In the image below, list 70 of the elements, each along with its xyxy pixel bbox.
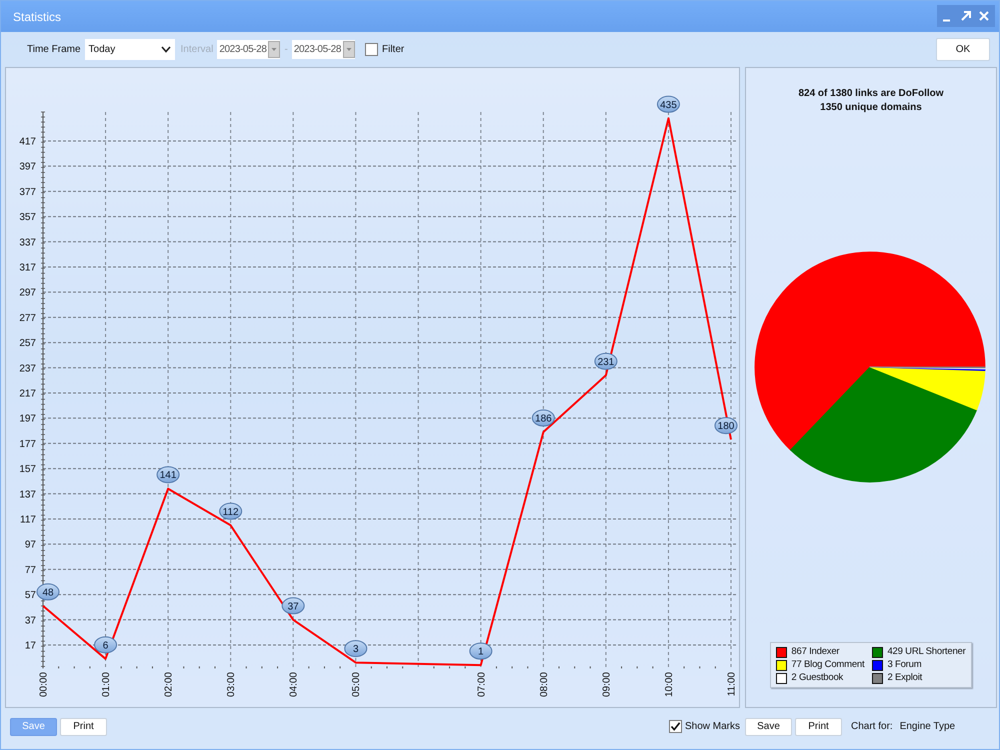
- filter-label: Filter: [382, 44, 404, 55]
- x-tick-label: 09:00: [601, 672, 612, 698]
- data-label: 6: [102, 640, 109, 652]
- data-label: 435: [660, 100, 678, 111]
- summary-text: 824 of 1380 links are DoFollow: [798, 87, 944, 101]
- y-tick-label: 377: [19, 186, 36, 198]
- y-tick-label: 77: [24, 564, 36, 576]
- data-point-label: 48: [36, 583, 60, 600]
- x-tick-label: 08:00: [538, 672, 550, 698]
- y-tick-label: 357: [19, 212, 36, 224]
- y-tick-label: 417: [19, 136, 36, 148]
- y-tick-label: 277: [19, 312, 36, 324]
- data-label: 1: [478, 646, 484, 658]
- x-tick-label: 07:00: [476, 672, 488, 698]
- data-label: 141: [160, 470, 177, 482]
- y-tick-label: 237: [19, 363, 36, 374]
- show-marks-label: Show Marks: [684, 721, 740, 732]
- x-tick-label: 00:00: [38, 672, 50, 698]
- y-tick-label: 337: [19, 237, 36, 248]
- data-label: 180: [718, 421, 735, 432]
- y-tick-label: 297: [19, 288, 36, 299]
- data-point-label: 112: [219, 502, 242, 520]
- y-tick-label: 137: [19, 489, 36, 500]
- y-tick-label: 217: [19, 388, 36, 400]
- data-label: 231: [598, 356, 615, 368]
- x-tick-label: 04:00: [288, 672, 300, 698]
- data-point-label: 186: [532, 410, 555, 427]
- y-tick-label: 177: [19, 438, 36, 450]
- interval-label: Interval: [180, 44, 214, 55]
- y-tick-label: 97: [24, 540, 36, 551]
- data-label: 48: [42, 587, 54, 598]
- chart-for-label: Chart for:: [851, 721, 893, 732]
- chart-for-value: Engine Type: [900, 721, 956, 732]
- data-point-label: 1: [469, 642, 492, 660]
- data-point-label: 3: [344, 640, 368, 658]
- y-tick-label: 37: [24, 615, 36, 626]
- data-label: 186: [535, 414, 552, 425]
- data-point-label: 37: [282, 597, 305, 614]
- y-tick-label: 197: [19, 414, 36, 425]
- data-label: 112: [222, 506, 240, 518]
- window-title: Statistics: [13, 10, 62, 24]
- time-frame-label: Time Frame: [27, 44, 81, 55]
- x-tick-label: 05:00: [351, 672, 362, 698]
- x-tick-label: 02:00: [164, 672, 175, 698]
- data-label: 3: [352, 644, 359, 656]
- y-tick-label: 17: [24, 640, 36, 652]
- x-tick-label: 01:00: [101, 672, 112, 698]
- data-point-label: 6: [94, 636, 118, 654]
- y-tick-label: 397: [19, 162, 36, 173]
- legend-label: 77 Blog Comment: [791, 659, 864, 671]
- data-point-label: 180: [714, 417, 738, 434]
- legend-label: 867 Indexer: [791, 646, 840, 658]
- date-separator: -: [284, 44, 288, 55]
- legend-label: 429 URL Shortener: [887, 646, 966, 658]
- legend-label: 2 Guestbook: [791, 672, 844, 684]
- y-tick-label: 257: [19, 338, 36, 350]
- y-tick-label: 57: [24, 590, 36, 602]
- legend-label: 2 Exploit: [887, 672, 922, 684]
- data-point-label: 435: [656, 96, 680, 113]
- x-tick-label: 03:00: [226, 672, 238, 698]
- y-tick-label: 317: [19, 262, 36, 274]
- x-tick-label: 11:00: [726, 672, 738, 696]
- data-point-label: 231: [594, 352, 618, 370]
- y-tick-label: 117: [20, 514, 36, 526]
- y-tick-label: 157: [19, 464, 36, 476]
- data-label: 37: [288, 601, 300, 612]
- data-point-label: 141: [156, 466, 180, 484]
- summary-text: 1350 unique domains: [820, 101, 922, 115]
- x-tick-label: 10:00: [664, 672, 675, 698]
- legend-label: 3 Forum: [887, 659, 922, 671]
